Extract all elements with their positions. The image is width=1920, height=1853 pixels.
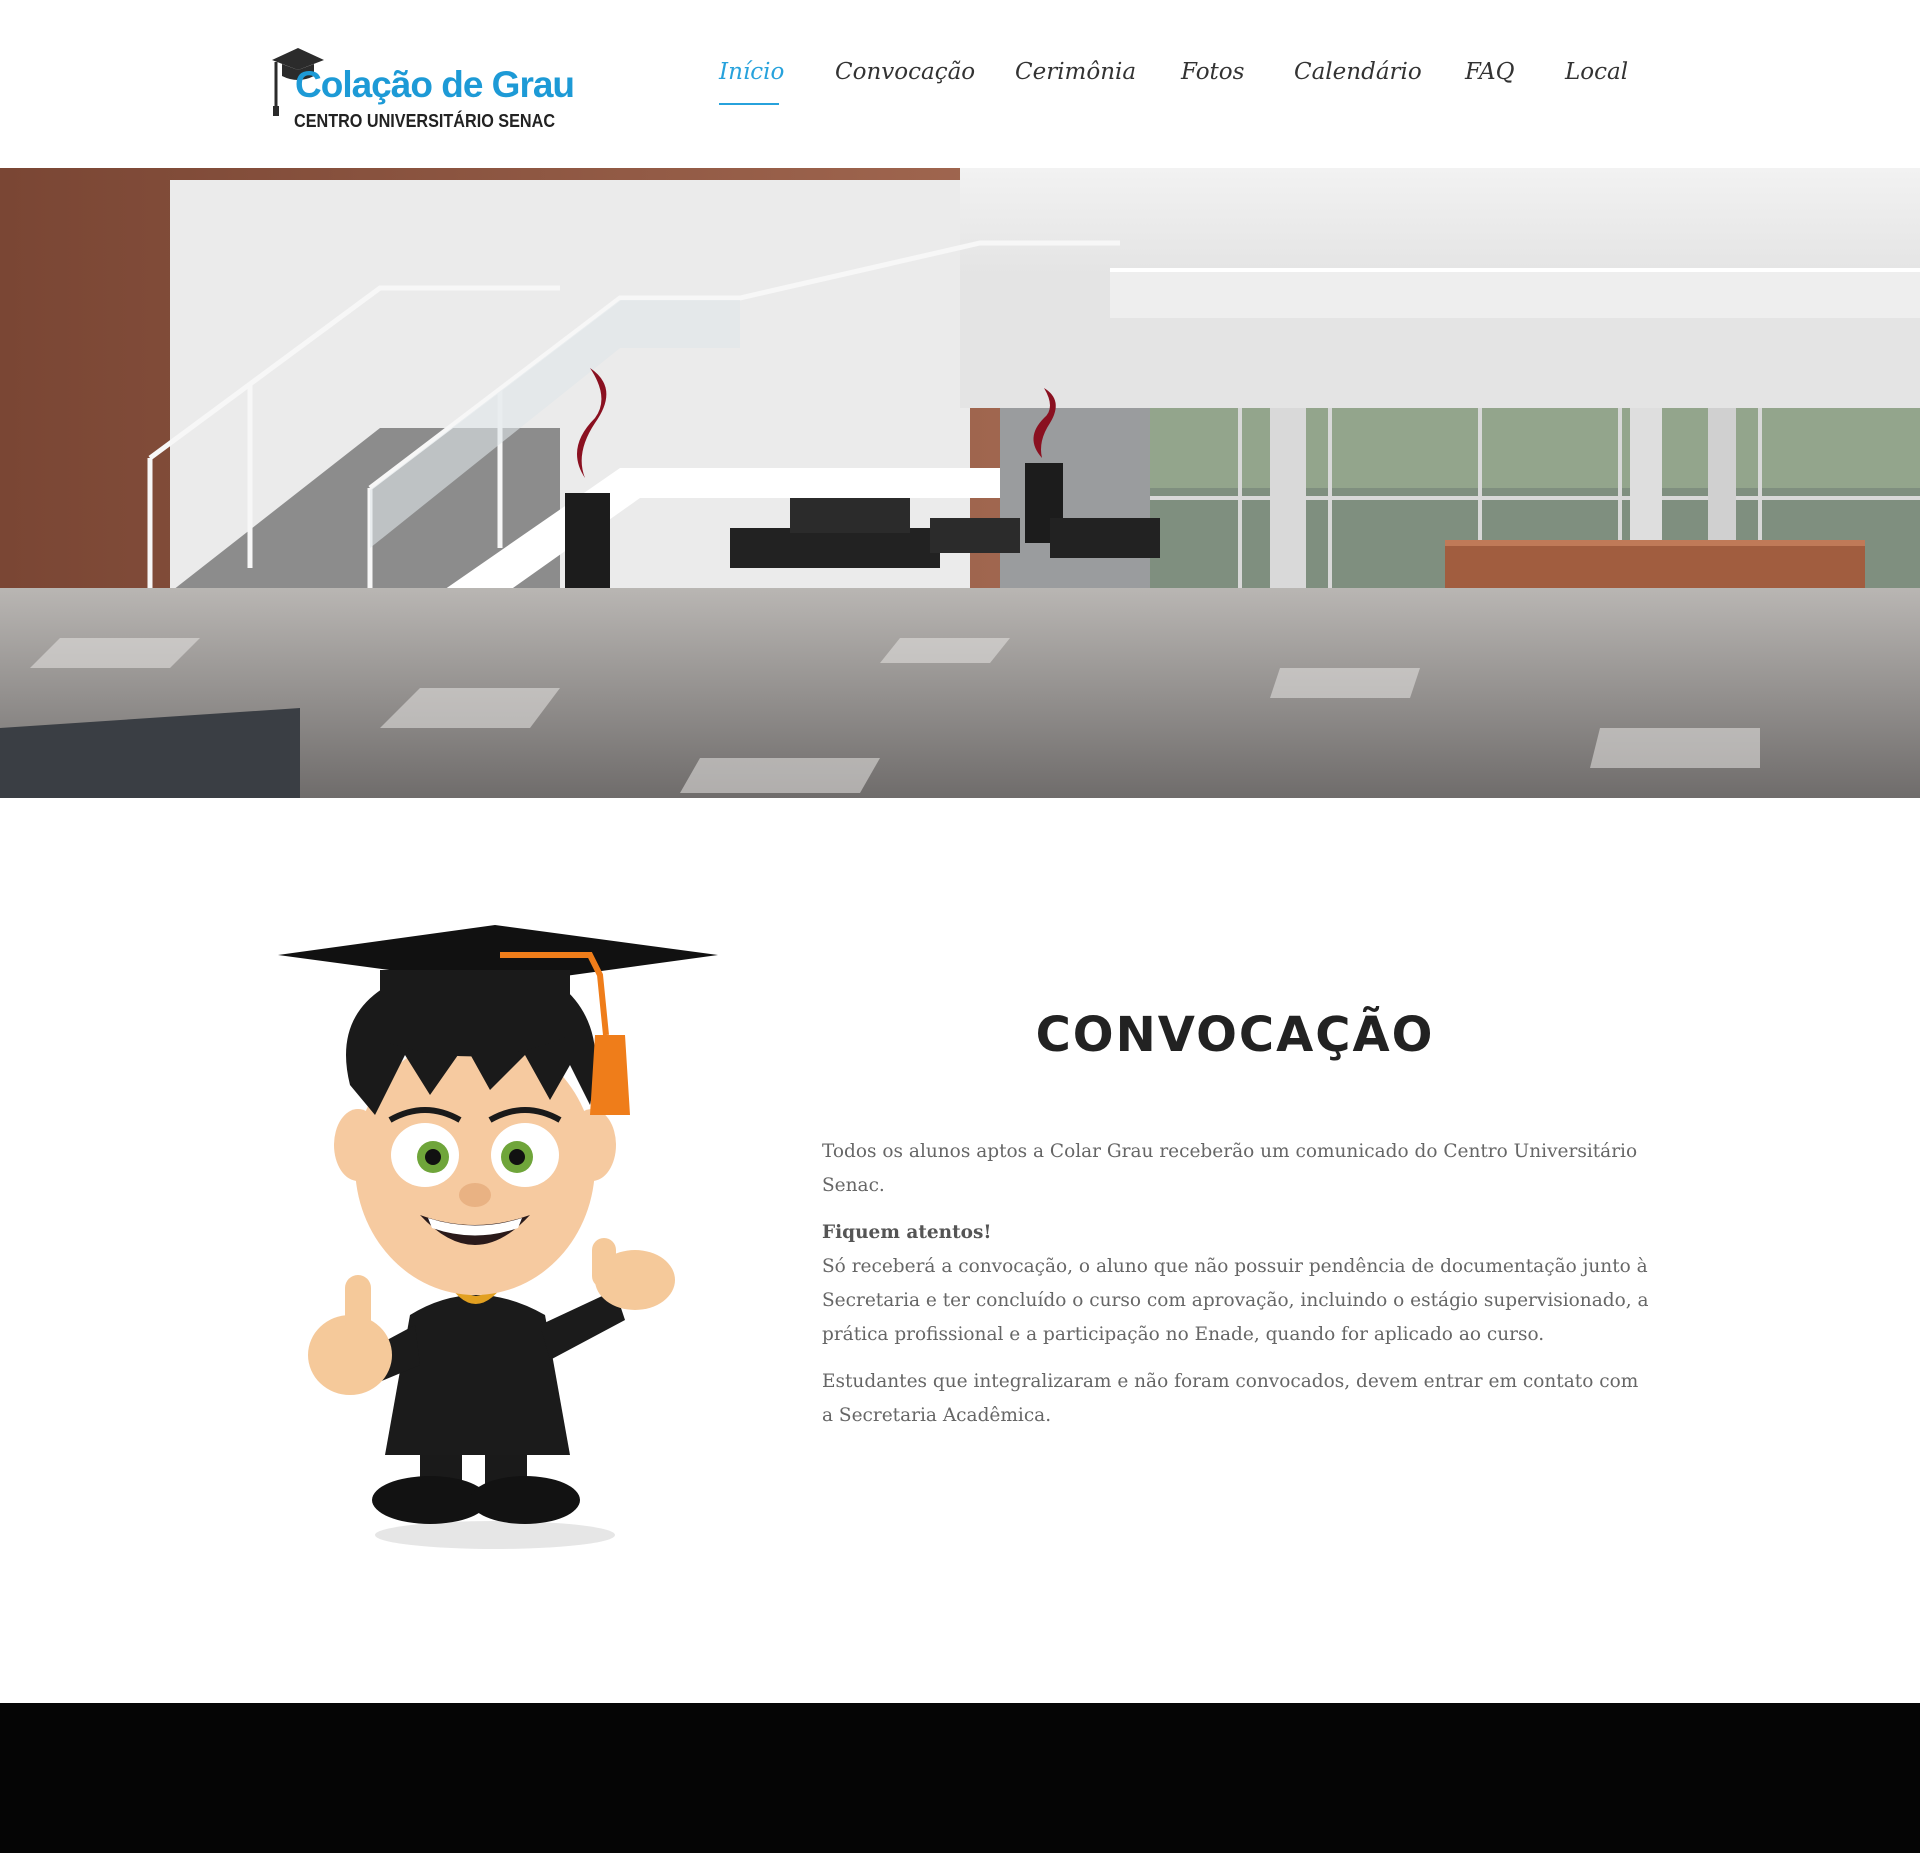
site-footer [0, 1703, 1920, 1853]
nav-item-local[interactable]: Local [1565, 59, 1628, 85]
attention-label: Fiquem atentos! [822, 1222, 992, 1243]
nav-item-faq[interactable]: FAQ [1465, 59, 1514, 85]
nav-item-fotos[interactable]: Fotos [1181, 59, 1244, 85]
nav-item-cerimonia[interactable]: Cerimônia [1015, 59, 1136, 85]
site-logo[interactable]: Colação de Grau CENTRO UNIVERSITÁRIO SEN… [268, 44, 578, 138]
nav-item-inicio[interactable]: Início [719, 59, 784, 85]
nav-active-underline [719, 103, 779, 105]
convocacao-requirements: Só receberá a convocação, o aluno que nã… [822, 1256, 1649, 1345]
convocacao-text: Todos os alunos aptos a Colar Grau receb… [822, 1135, 1652, 1446]
hero-image [0, 168, 1920, 798]
convocacao-paragraph-2: Fiquem atentos! Só receberá a convocação… [822, 1216, 1652, 1352]
convocacao-paragraph-1: Todos os alunos aptos a Colar Grau receb… [822, 1141, 1638, 1196]
logo-title: Colação de Grau [295, 64, 575, 105]
nav-item-convocacao[interactable]: Convocação [835, 59, 975, 85]
logo-subtitle: CENTRO UNIVERSITÁRIO SENAC [294, 111, 556, 131]
graduate-mascot-illustration [270, 915, 730, 1555]
section-title-convocacao: CONVOCAÇÃO [1035, 1007, 1435, 1063]
site-header: Colação de Grau CENTRO UNIVERSITÁRIO SEN… [0, 0, 1920, 168]
nav-item-calendario[interactable]: Calendário [1294, 59, 1422, 85]
convocacao-paragraph-3: Estudantes que integralizaram e não fora… [822, 1371, 1639, 1426]
